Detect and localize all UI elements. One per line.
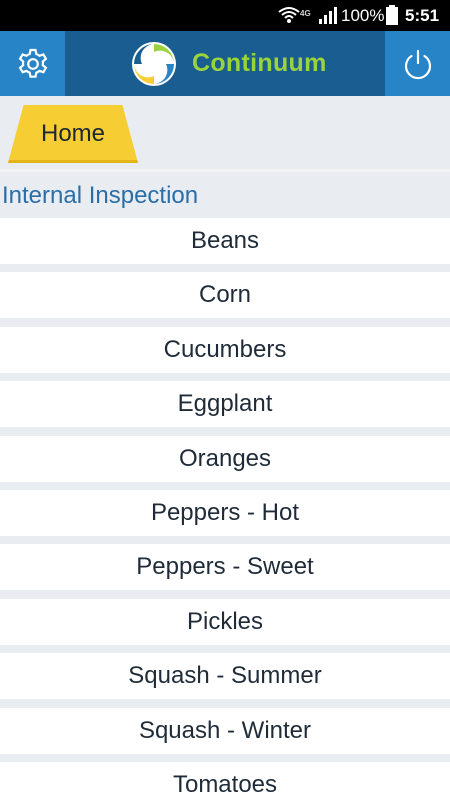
clock: 5:51	[405, 6, 440, 25]
list-item[interactable]: Corn	[0, 272, 450, 319]
status-bar: 4G 100% 5:51	[0, 0, 450, 31]
app-title: Continuum	[192, 49, 327, 77]
list-item[interactable]: Squash - Summer	[0, 653, 450, 700]
list-item[interactable]: Oranges	[0, 435, 450, 482]
list-item[interactable]: Peppers - Hot	[0, 489, 450, 536]
list-item[interactable]: Pickles	[0, 598, 450, 645]
tab-home[interactable]: Home	[8, 105, 138, 163]
signal-icon	[319, 7, 337, 24]
battery-percent: 100%	[341, 6, 385, 25]
list-item[interactable]: Tomatoes	[0, 761, 450, 800]
section-title: Internal Inspection	[2, 182, 199, 209]
app-header: Continuum	[0, 31, 450, 96]
list-item[interactable]: Eggplant	[0, 381, 450, 428]
settings-button[interactable]	[0, 31, 65, 96]
network-type-label: 4G	[300, 9, 311, 18]
power-button[interactable]	[385, 31, 450, 96]
gear-icon	[18, 48, 47, 78]
inspection-list: Beans Corn Cucumbers Eggplant Oranges Pe…	[0, 218, 450, 800]
tab-strip: Home	[0, 96, 450, 172]
wifi-icon	[278, 7, 300, 23]
battery-icon	[386, 5, 398, 25]
continuum-logo	[132, 42, 176, 86]
power-icon	[404, 49, 431, 79]
list-item[interactable]: Beans	[0, 218, 450, 264]
list-item[interactable]: Cucumbers	[0, 326, 450, 373]
list-item[interactable]: Squash - Winter	[0, 707, 450, 754]
list-item[interactable]: Peppers - Sweet	[0, 544, 450, 591]
tab-home-label: Home	[40, 120, 106, 147]
